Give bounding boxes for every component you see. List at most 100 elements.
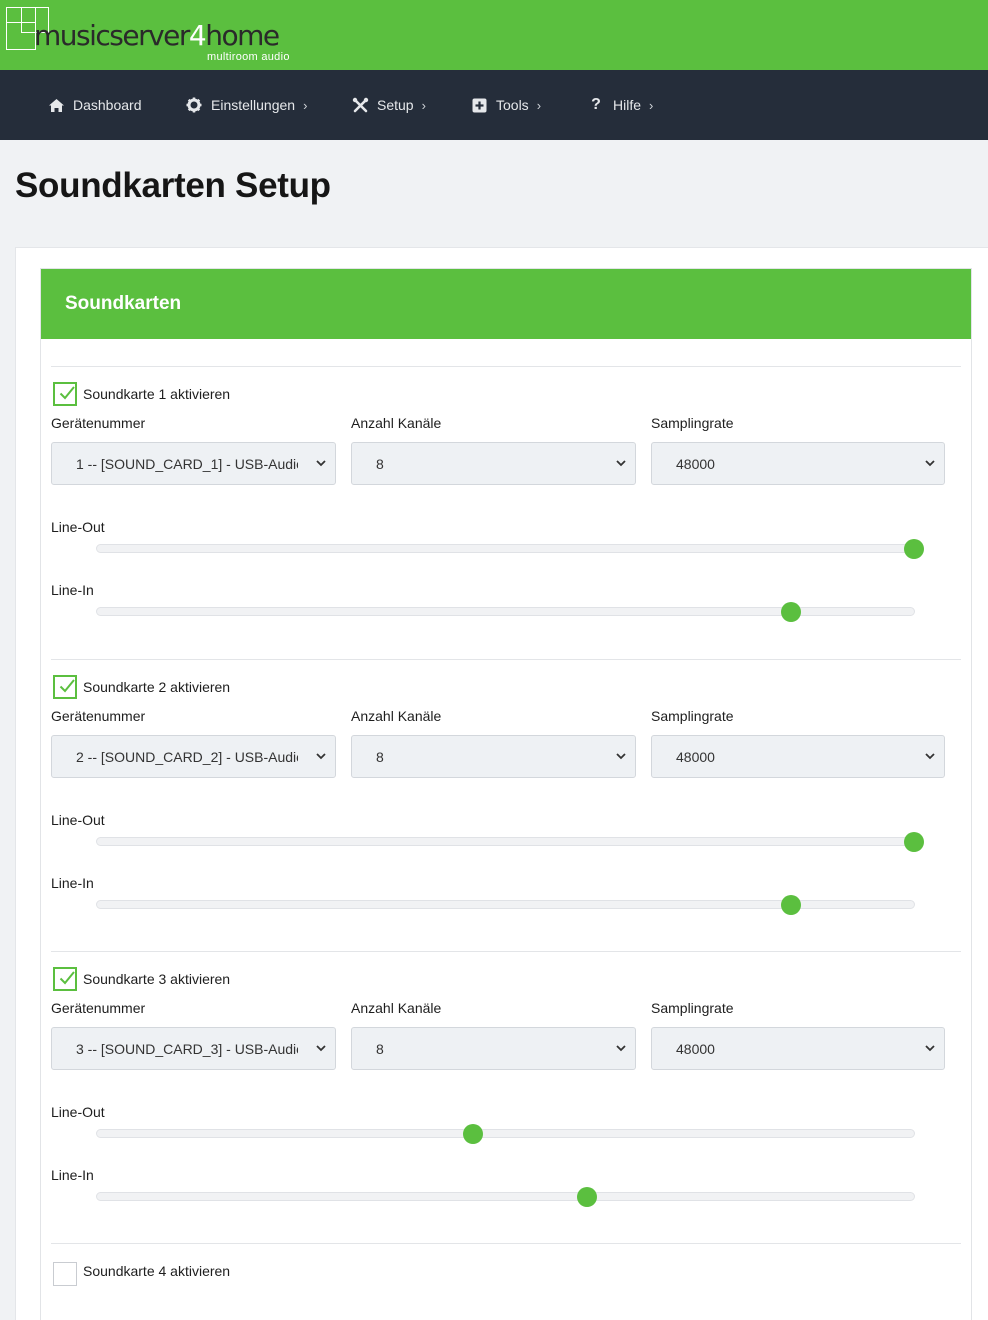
chevron-right-icon: › [421,97,426,113]
chevron-down-icon [925,1045,935,1052]
soundcard-1-line-in-slider[interactable] [96,602,915,622]
soundcard-2-line-in-slider[interactable] [96,895,915,915]
chevron-down-icon [316,753,326,760]
line-out-label: Line-Out [51,1104,105,1120]
select-value: 1 -- [SOUND_CARD_1] - USB-Audio - [76,456,298,472]
logo-name-number: 4 [188,19,207,52]
select-value: 8 [376,456,384,472]
channels-label: Anzahl Kanäle [351,415,442,431]
slider-thumb[interactable] [904,832,924,852]
logo-name-suffix: home [205,19,280,52]
main-navbar: Dashboard Einstellungen › Setup › Tools … [0,70,988,140]
slider-thumb[interactable] [577,1187,598,1207]
soundcard-4-checkbox[interactable] [53,1262,77,1286]
tools-icon [351,96,369,114]
logo-wordmark: musicserver4home [34,19,280,52]
select-value: 48000 [676,1041,715,1057]
nav-item-einstellungen[interactable]: Einstellungen › [185,70,307,140]
samplerate-label: Samplingrate [651,1000,734,1016]
select-value: 3 -- [SOUND_CARD_3] - USB-Audio - . [76,1041,298,1057]
home-icon [47,96,65,114]
chevron-down-icon [316,460,326,467]
chevron-down-icon [616,1045,626,1052]
nav-item-label: Hilfe [613,97,642,113]
soundcard-3-section: Soundkarte 3 aktivieren Gerätenummer Anz… [51,951,961,1243]
line-out-label: Line-Out [51,812,105,828]
chevron-right-icon: › [303,97,308,113]
soundcard-1-section: Soundkarte 1 aktivieren Gerätenummer Anz… [51,366,961,659]
chevron-down-icon [616,460,626,467]
logo-name-prefix: musicserver [34,19,190,52]
soundcard-1-channels-select[interactable]: 8 [351,442,636,485]
brand-bar: musicserver4home multiroom audio [0,0,988,70]
soundcard-3-device-select[interactable]: 3 -- [SOUND_CARD_3] - USB-Audio - . [51,1027,336,1070]
nav-item-label: Setup [377,97,414,113]
line-out-label: Line-Out [51,519,105,535]
soundcard-1-samplerate-select[interactable]: 48000 [651,442,945,485]
soundcard-2-checkbox[interactable] [53,675,77,699]
chevron-down-icon [925,460,935,467]
device-label: Gerätenummer [51,708,146,724]
soundcard-4-checkbox-label: Soundkarte 4 aktivieren [83,1263,231,1279]
select-value: 2 -- [SOUND_CARD_2] - USB-Audio - [76,749,298,765]
chevron-down-icon [316,1045,326,1052]
plus-square-icon [470,96,488,114]
select-value: 8 [376,1041,384,1057]
card-header: Soundkarten [41,269,971,339]
line-in-label: Line-In [51,875,94,891]
soundcard-3-line-out-slider[interactable] [96,1124,915,1144]
slider-thumb[interactable] [781,602,802,622]
device-label: Gerätenummer [51,415,146,431]
chevron-right-icon: › [536,97,542,113]
chevron-right-icon: › [649,97,654,113]
chevron-down-icon [616,753,626,760]
question-icon: ? [591,96,601,113]
checkmark-icon [59,971,75,985]
logo[interactable]: musicserver4home multiroom audio [4,5,304,67]
channels-label: Anzahl Kanäle [351,708,442,724]
content-panel: Soundkarten Soundkarte 1 aktivieren Gerä… [15,247,988,1320]
select-value: 48000 [676,749,715,765]
soundcard-3-line-in-slider[interactable] [96,1187,915,1207]
soundcard-1-checkbox[interactable] [53,382,77,406]
checkmark-icon [59,679,75,693]
soundcard-2-device-select[interactable]: 2 -- [SOUND_CARD_2] - USB-Audio - [51,735,336,778]
nav-item-label: Einstellungen [211,97,296,113]
line-in-label: Line-In [51,1167,94,1183]
checkmark-icon [59,386,75,400]
slider-thumb[interactable] [781,895,802,915]
soundcard-3-checkbox[interactable] [53,967,77,991]
samplerate-label: Samplingrate [651,415,734,431]
line-in-label: Line-In [51,582,94,598]
soundcard-1-checkbox-label: Soundkarte 1 aktivieren [83,386,231,402]
nav-item-tools[interactable]: Tools › [470,70,541,140]
samplerate-label: Samplingrate [651,708,734,724]
page-title: Soundkarten Setup [15,166,331,205]
logo-tagline: multiroom audio [207,51,290,63]
slider-thumb[interactable] [462,1124,483,1144]
soundcard-3-channels-select[interactable]: 8 [351,1027,636,1070]
nav-item-label: Tools [496,97,529,113]
soundcard-1-device-select[interactable]: 1 -- [SOUND_CARD_1] - USB-Audio - [51,442,336,485]
soundcard-2-line-out-slider[interactable] [96,832,924,852]
channels-label: Anzahl Kanäle [351,1000,442,1016]
soundcard-2-channels-select[interactable]: 8 [351,735,636,778]
nav-item-setup[interactable]: Setup › [351,70,426,140]
slider-thumb[interactable] [904,539,924,559]
soundcard-2-checkbox-label: Soundkarte 2 aktivieren [83,679,231,695]
nav-item-hilfe[interactable]: ? Hilfe › [587,70,653,140]
select-value: 8 [376,749,384,765]
gear-icon [185,96,203,114]
nav-item-dashboard[interactable]: Dashboard [47,70,142,140]
soundcard-4-section: Soundkarte 4 aktivieren [51,1243,961,1320]
select-value: 48000 [676,456,715,472]
soundcard-1-line-out-slider[interactable] [96,539,924,559]
nav-item-label: Dashboard [73,97,142,113]
soundcards-card: Soundkarten Soundkarte 1 aktivieren Gerä… [40,268,972,1320]
soundcard-3-samplerate-select[interactable]: 48000 [651,1027,945,1070]
chevron-down-icon [925,753,935,760]
soundcard-3-checkbox-label: Soundkarte 3 aktivieren [83,971,231,987]
card-title: Soundkarten [65,293,182,314]
soundcard-2-section: Soundkarte 2 aktivieren Gerätenummer Anz… [51,659,961,951]
soundcard-2-samplerate-select[interactable]: 48000 [651,735,945,778]
